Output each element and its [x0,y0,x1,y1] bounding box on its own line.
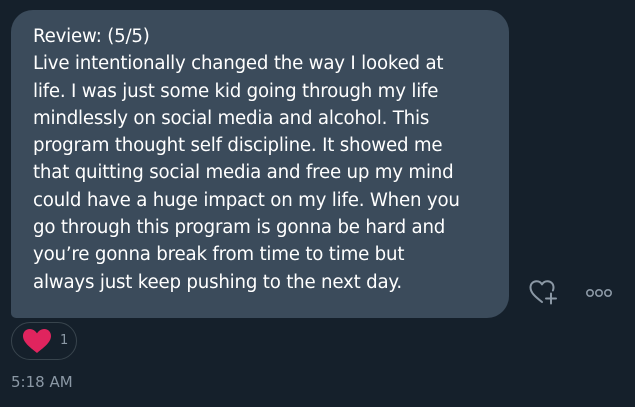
message-line: always just keep pushing to the next day… [33,271,402,293]
message-line: go through this program is gonna be hard… [33,217,446,239]
heart-icon [23,329,51,353]
message-line: Live intentionally changed the way I loo… [33,53,444,75]
message-line: that quitting social media and free up m… [33,162,454,184]
more-options-button[interactable] [585,285,615,299]
message-line: Review: (5/5) [33,26,150,47]
heart-plus-icon [529,280,557,305]
message-line: could have a huge impact on my life. Whe… [33,189,460,211]
message-line: program thought self discipline. It show… [33,135,443,157]
add-reaction-button[interactable] [528,277,562,307]
message-line: life. I was just some kid going through … [33,80,439,102]
more-horizontal-icon [585,288,612,298]
message-line: you’re gonna break from time to time but [33,244,405,266]
reaction-count: 1 [60,333,69,348]
message-line: mindlessly on social media and alcohol. … [33,107,430,129]
message-bubble[interactable]: Review: (5/5) Live intentionally changed… [11,10,509,318]
message-timestamp: 5:18 AM [11,373,73,391]
reaction-badge[interactable]: 1 [11,322,77,360]
